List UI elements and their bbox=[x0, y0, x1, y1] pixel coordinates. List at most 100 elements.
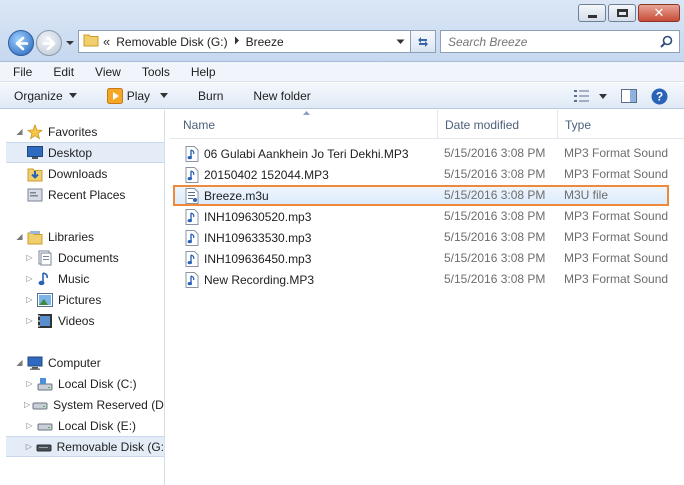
nav-removable-disk-g[interactable]: ▷ Removable Disk (G:) bbox=[6, 436, 164, 457]
removable-drive-icon bbox=[36, 439, 52, 455]
chevron-down-icon bbox=[66, 41, 74, 45]
play-label: Play bbox=[126, 88, 151, 103]
libraries-icon bbox=[27, 229, 43, 245]
address-dropdown-button[interactable] bbox=[391, 31, 409, 52]
preview-pane-button[interactable] bbox=[621, 89, 637, 103]
audio-file-icon bbox=[184, 271, 200, 288]
menu-bar: File Edit View Tools Help bbox=[0, 62, 684, 82]
window-controls: ✕ bbox=[576, 4, 680, 22]
nav-label: Documents bbox=[58, 250, 119, 265]
nav-label: Favorites bbox=[48, 124, 98, 139]
collapsed-arrow-icon[interactable]: ▷ bbox=[24, 316, 35, 325]
breadcrumb-breeze[interactable]: Breeze bbox=[246, 35, 284, 49]
back-button[interactable] bbox=[8, 30, 34, 56]
nav-music[interactable]: ▷ Music bbox=[0, 268, 164, 289]
nav-system-reserved-d[interactable]: ▷ System Reserved (D: bbox=[0, 394, 164, 415]
new-folder-button[interactable]: New folder bbox=[249, 87, 314, 105]
organize-button[interactable]: Organize bbox=[10, 87, 81, 105]
file-date: 5/15/2016 3:08 PM bbox=[444, 230, 546, 244]
recent-places-icon bbox=[27, 187, 43, 203]
audio-file-icon bbox=[184, 208, 200, 225]
play-button[interactable]: Play bbox=[103, 86, 172, 106]
search-box[interactable] bbox=[440, 30, 680, 53]
refresh-button[interactable] bbox=[410, 30, 436, 53]
file-row[interactable]: INH109633530.mp3 5/15/2016 3:08 PM MP3 F… bbox=[170, 227, 684, 248]
drive-icon bbox=[37, 418, 53, 434]
search-input[interactable] bbox=[441, 31, 651, 52]
nav-computer[interactable]: ◢ Computer bbox=[0, 352, 164, 373]
command-bar: Organize Play Burn New folder ? bbox=[0, 83, 684, 109]
file-row[interactable]: 06 Gulabi Aankhein Jo Teri Dekhi.MP3 5/1… bbox=[170, 143, 684, 164]
file-row[interactable]: INH109636450.mp3 5/15/2016 3:08 PM MP3 F… bbox=[170, 248, 684, 269]
breadcrumb-removable-disk[interactable]: Removable Disk (G:) bbox=[116, 35, 227, 49]
menu-tools[interactable]: Tools bbox=[139, 65, 173, 79]
address-bar[interactable]: « Removable Disk (G:) Breeze bbox=[78, 30, 436, 53]
pictures-icon bbox=[37, 292, 53, 308]
nav-label: Pictures bbox=[58, 292, 102, 307]
nav-downloads[interactable]: Downloads bbox=[0, 163, 164, 184]
collapsed-arrow-icon[interactable]: ▷ bbox=[24, 442, 34, 451]
collapsed-arrow-icon[interactable]: ▷ bbox=[24, 421, 35, 430]
audio-file-icon bbox=[184, 145, 200, 162]
file-date: 5/15/2016 3:08 PM bbox=[444, 251, 546, 265]
file-row[interactable]: 20150402 152044.MP3 5/15/2016 3:08 PM MP… bbox=[170, 164, 684, 185]
expanded-arrow-icon[interactable]: ◢ bbox=[14, 127, 25, 136]
navigation-pane: ◢ Favorites Desktop Downloads Recent Pla… bbox=[0, 110, 165, 485]
play-icon bbox=[106, 87, 123, 104]
audio-file-icon bbox=[184, 250, 200, 267]
forward-button[interactable] bbox=[36, 30, 62, 56]
file-row[interactable]: INH109630520.mp3 5/15/2016 3:08 PM MP3 F… bbox=[170, 206, 684, 227]
file-row-selected[interactable]: Breeze.m3u 5/15/2016 3:08 PM M3U file bbox=[173, 185, 669, 206]
audio-file-icon bbox=[184, 229, 200, 246]
menu-edit[interactable]: Edit bbox=[50, 65, 77, 79]
nav-label: Videos bbox=[58, 313, 95, 328]
expanded-arrow-icon[interactable]: ◢ bbox=[14, 358, 25, 367]
column-type[interactable]: Type bbox=[558, 110, 682, 138]
expanded-arrow-icon[interactable]: ◢ bbox=[14, 232, 25, 241]
collapsed-arrow-icon[interactable]: ▷ bbox=[24, 274, 35, 283]
playlist-file-icon bbox=[184, 187, 200, 204]
breadcrumb-overflow-icon[interactable]: « bbox=[103, 34, 110, 49]
documents-icon bbox=[37, 250, 53, 266]
burn-button[interactable]: Burn bbox=[194, 87, 227, 105]
nav-desktop[interactable]: Desktop bbox=[6, 142, 164, 163]
burn-label: Burn bbox=[198, 88, 224, 103]
title-bar: ✕ « Removable Disk (G:) Breeze bbox=[0, 0, 684, 62]
maximize-icon bbox=[617, 9, 628, 17]
nav-local-disk-c[interactable]: ▷ Local Disk (C:) bbox=[0, 373, 164, 394]
nav-videos[interactable]: ▷ Videos bbox=[0, 310, 164, 331]
menu-help[interactable]: Help bbox=[188, 65, 219, 79]
minimize-button[interactable] bbox=[578, 4, 606, 22]
close-button[interactable]: ✕ bbox=[638, 4, 680, 22]
nav-pictures[interactable]: ▷ Pictures bbox=[0, 289, 164, 310]
chevron-down-icon bbox=[68, 93, 77, 98]
collapsed-arrow-icon[interactable]: ▷ bbox=[24, 400, 30, 409]
collapsed-arrow-icon[interactable]: ▷ bbox=[24, 253, 35, 262]
help-button[interactable]: ? bbox=[651, 88, 668, 105]
file-type: MP3 Format Sound bbox=[564, 146, 669, 160]
file-name: INH109633530.mp3 bbox=[204, 230, 312, 245]
file-name: INH109630520.mp3 bbox=[204, 209, 312, 224]
system-drive-icon bbox=[37, 376, 53, 392]
column-name[interactable]: Name bbox=[176, 110, 438, 138]
nav-libraries[interactable]: ◢ Libraries bbox=[0, 226, 164, 247]
recent-pages-button[interactable] bbox=[65, 33, 75, 53]
nav-recent-places[interactable]: Recent Places bbox=[0, 184, 164, 205]
search-icon[interactable] bbox=[660, 35, 673, 51]
nav-label: Local Disk (E:) bbox=[58, 418, 137, 433]
nav-favorites[interactable]: ◢ Favorites bbox=[0, 121, 164, 142]
menu-view[interactable]: View bbox=[92, 65, 124, 79]
collapsed-arrow-icon[interactable]: ▷ bbox=[24, 295, 35, 304]
menu-file[interactable]: File bbox=[10, 65, 35, 79]
file-type: MP3 Format Sound bbox=[564, 209, 669, 223]
maximize-button[interactable] bbox=[608, 4, 636, 22]
column-header-row: Name Date modified Type bbox=[170, 110, 684, 139]
column-date-modified[interactable]: Date modified bbox=[438, 110, 558, 138]
change-view-button[interactable] bbox=[574, 89, 607, 103]
nav-local-disk-e[interactable]: ▷ Local Disk (E:) bbox=[0, 415, 164, 436]
back-arrow-icon bbox=[15, 36, 29, 51]
file-row[interactable]: New Recording.MP3 5/15/2016 3:08 PM MP3 … bbox=[170, 269, 684, 290]
breadcrumb-separator-icon[interactable] bbox=[234, 36, 240, 47]
nav-documents[interactable]: ▷ Documents bbox=[0, 247, 164, 268]
collapsed-arrow-icon[interactable]: ▷ bbox=[24, 379, 35, 388]
